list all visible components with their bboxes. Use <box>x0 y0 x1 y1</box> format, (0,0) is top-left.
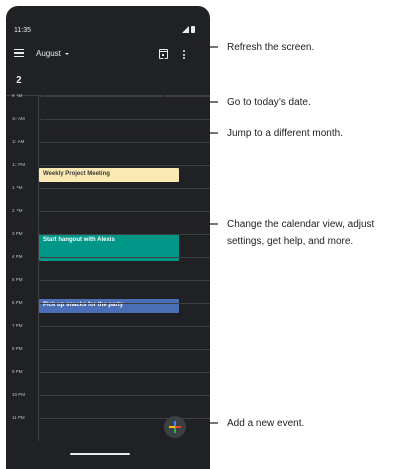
add-event-button[interactable] <box>164 416 186 438</box>
callout-menu-line2: settings, get help, and more. <box>227 236 354 247</box>
hour-gridline <box>40 211 210 212</box>
callout-add: Add a new event. <box>227 418 305 429</box>
status-bar: 11:35 <box>6 6 210 40</box>
callout-menu-line1: Change the calendar view, adjust <box>227 219 375 230</box>
callout-month: Jump to a different month. <box>227 128 343 139</box>
callout-today: Go to today’s date. <box>227 97 311 108</box>
hour-label: 9 AM <box>12 93 23 98</box>
hour-gridline <box>40 257 210 258</box>
hour-label: 6 PM <box>12 300 23 305</box>
day-number: 2 <box>16 75 22 86</box>
gesture-nav-handle[interactable] <box>70 453 130 455</box>
day-grid[interactable]: Weekly Project Meeting Start hangout wit… <box>6 93 210 441</box>
hour-gridline <box>40 349 210 350</box>
hour-gridline <box>40 165 210 166</box>
hour-gridline <box>40 303 210 304</box>
hour-label: 4 PM <box>12 254 23 259</box>
status-icons <box>182 26 198 34</box>
hour-gridline <box>40 372 210 373</box>
month-selector[interactable]: August <box>36 49 69 61</box>
hour-label: 8 PM <box>12 346 23 351</box>
callout-refresh: Refresh the screen. <box>227 42 315 53</box>
hour-label: 1 PM <box>12 185 23 190</box>
hour-label: 2 PM <box>12 208 23 213</box>
hour-label: 3 PM <box>12 231 23 236</box>
hour-label: 12 PM <box>12 162 26 167</box>
day-header: 2 <box>6 68 210 96</box>
caret-down-icon <box>64 52 69 55</box>
hour-label: 7 PM <box>12 323 23 328</box>
hour-label: 9 PM <box>12 369 23 374</box>
annotated-screenshot: 11:35 August 2 Weekly Project Meeting St… <box>0 0 413 469</box>
app-bar: August <box>6 40 210 68</box>
hour-label: 11 AM <box>12 139 25 144</box>
status-time: 11:35 <box>14 27 31 34</box>
signal-icon <box>182 26 189 33</box>
hour-gridline <box>40 234 210 235</box>
hour-gridline <box>40 188 210 189</box>
phone-screen: 11:35 August 2 Weekly Project Meeting St… <box>6 6 210 469</box>
hour-gridline <box>40 418 210 419</box>
hour-gridline <box>40 119 210 120</box>
today-calendar-icon[interactable] <box>159 49 168 59</box>
time-column-divider <box>38 96 39 441</box>
hour-label: 10 AM <box>12 116 25 121</box>
more-vert-icon[interactable] <box>183 50 185 59</box>
hour-gridline <box>40 280 210 281</box>
hour-label: 11 PM <box>12 415 25 420</box>
hour-gridline <box>40 142 210 143</box>
hour-label: 5 PM <box>12 277 23 282</box>
plus-icon <box>169 421 181 433</box>
hour-gridline <box>40 96 210 97</box>
month-label: August <box>36 49 61 58</box>
battery-icon <box>191 26 195 33</box>
event-weekly-project-meeting[interactable]: Weekly Project Meeting <box>39 168 179 182</box>
hour-label: 10 PM <box>12 392 26 397</box>
hour-gridline <box>40 326 210 327</box>
menu-icon[interactable] <box>14 49 24 57</box>
hour-gridline <box>40 395 210 396</box>
event-pick-up-snacks[interactable]: Pick up snacks for the party <box>39 299 179 313</box>
